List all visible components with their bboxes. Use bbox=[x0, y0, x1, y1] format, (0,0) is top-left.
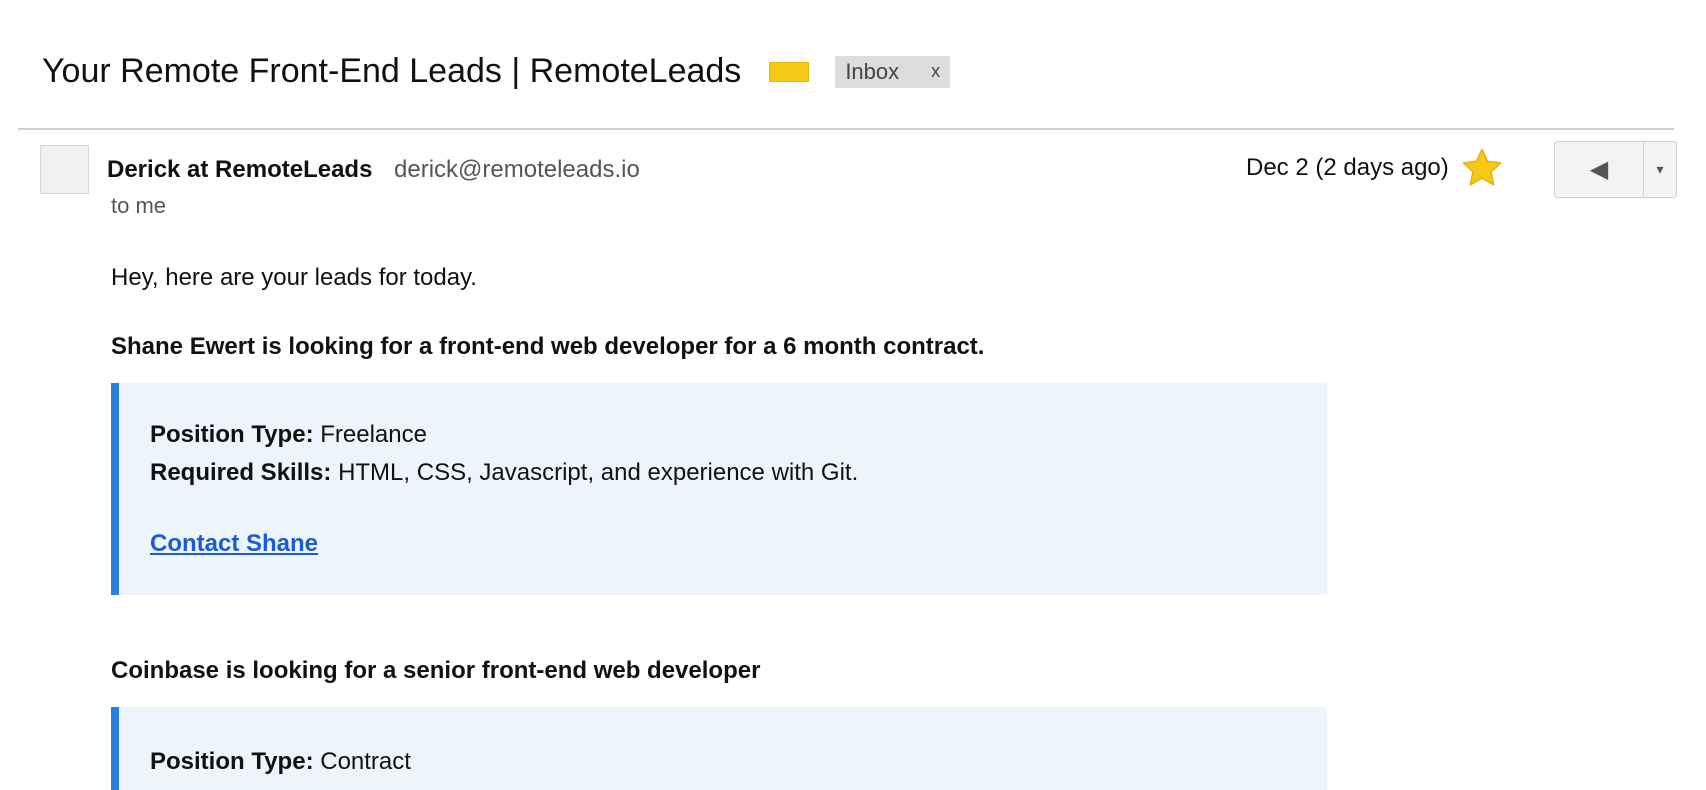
position-type-row: Position Type: Freelance bbox=[150, 416, 1327, 454]
subject-row: Your Remote Front-End Leads | RemoteLead… bbox=[42, 52, 951, 91]
email-view: Your Remote Front-End Leads | RemoteLead… bbox=[0, 0, 1706, 790]
position-type-label: Position Type: bbox=[150, 748, 314, 775]
sender-name[interactable]: Derick at RemoteLeads bbox=[107, 156, 372, 184]
reply-button-group: ◀ ▾ bbox=[1554, 141, 1677, 198]
position-type-row: Position Type: Contract bbox=[150, 743, 1327, 781]
reply-button[interactable]: ◀ bbox=[1555, 142, 1643, 197]
position-type-value: Freelance bbox=[320, 421, 427, 448]
lead-card: Position Type: Freelance Required Skills… bbox=[111, 383, 1327, 595]
more-actions-button[interactable]: ▾ bbox=[1643, 142, 1676, 197]
required-skills-label: Required Skills: bbox=[150, 459, 332, 486]
reply-icon: ◀ bbox=[1589, 156, 1609, 183]
remove-label-button[interactable]: x bbox=[931, 61, 940, 82]
avatar[interactable] bbox=[40, 145, 89, 194]
lead-heading: Shane Ewert is looking for a front-end w… bbox=[111, 333, 985, 360]
required-skills-value: HTML, CSS, Javascript, and experience wi… bbox=[338, 459, 859, 486]
lead-card: Position Type: Contract bbox=[111, 707, 1327, 790]
chevron-down-icon: ▾ bbox=[1656, 161, 1664, 177]
email-subject: Your Remote Front-End Leads | RemoteLead… bbox=[42, 52, 742, 90]
label-marker-icon[interactable] bbox=[769, 61, 810, 82]
lead-heading: Coinbase is looking for a senior front-e… bbox=[111, 657, 761, 684]
recipient-details[interactable]: to me bbox=[111, 193, 166, 219]
header-divider bbox=[18, 128, 1674, 130]
position-type-label: Position Type: bbox=[150, 421, 314, 448]
message-date: Dec 2 (2 days ago) bbox=[1246, 154, 1449, 181]
position-type-value: Contract bbox=[320, 748, 411, 775]
sender-email: derick@remoteleads.io bbox=[394, 156, 640, 183]
inbox-label-text: Inbox bbox=[845, 58, 900, 84]
inbox-label-chip[interactable]: Inbox x bbox=[835, 55, 951, 88]
contact-link[interactable]: Contact Shane bbox=[150, 530, 318, 558]
required-skills-row: Required Skills: HTML, CSS, Javascript, … bbox=[150, 454, 1327, 492]
star-icon[interactable] bbox=[1460, 146, 1504, 190]
message-greeting: Hey, here are your leads for today. bbox=[111, 264, 477, 291]
